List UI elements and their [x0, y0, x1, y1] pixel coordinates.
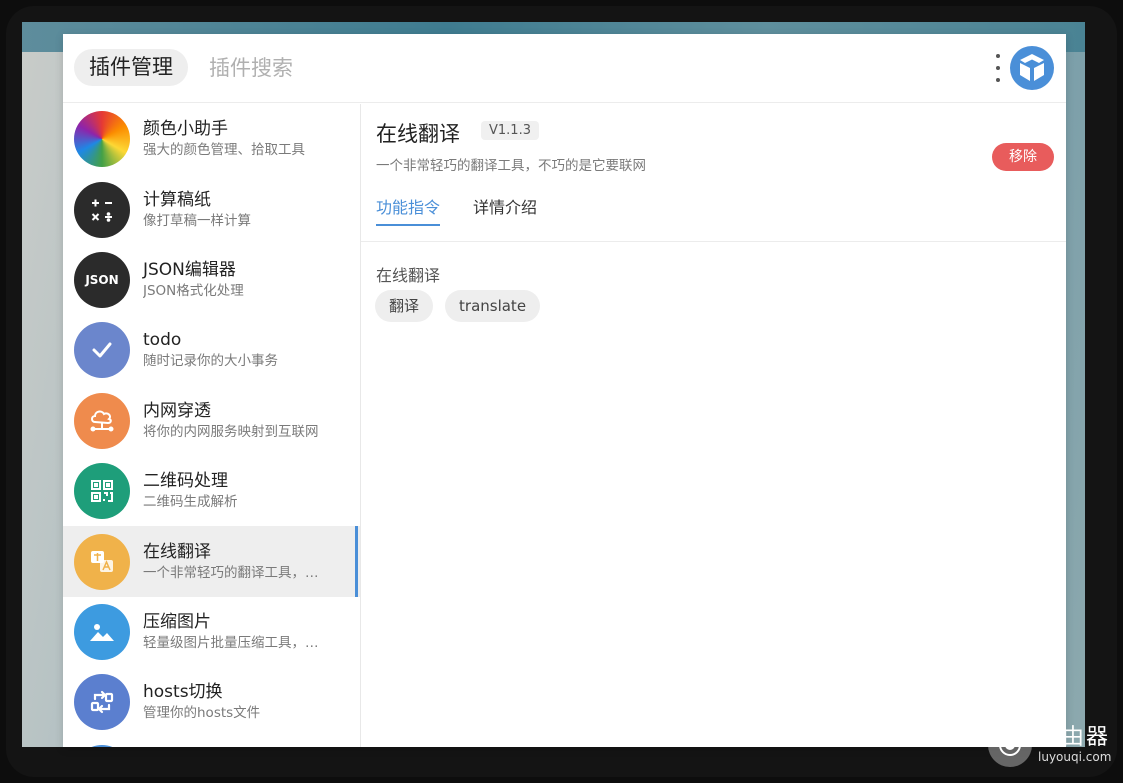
plugin-item-title: JSON编辑器: [143, 259, 236, 280]
image-icon: [74, 603, 130, 660]
plugin-item-title: 颜色小助手: [143, 119, 228, 140]
detail-tabs: 功能指令 详情介绍: [361, 184, 1066, 242]
qrcode-icon: [74, 463, 130, 520]
router-logo-icon: [988, 723, 1032, 767]
plugin-manager-window: 插件管理 颜色小助手 强大的颜色管理、拾取工具: [63, 34, 1066, 747]
plugin-item-intranet[interactable]: 内网穿透 将你的内网服务映射到互联网: [63, 386, 360, 456]
plugin-item-color-helper[interactable]: 颜色小助手 强大的颜色管理、拾取工具: [63, 104, 360, 174]
plugin-item-desc: 轻量级图片批量压缩工具，…: [143, 634, 319, 651]
plugin-item-desc: 二维码生成解析: [143, 494, 238, 511]
watermark: 路由器 luyouqi.com: [988, 723, 1111, 767]
plugin-item-desc: 像打草稿一样计算: [143, 212, 251, 229]
plugin-item-title: 在线翻译: [143, 541, 211, 562]
plugin-item-title: 内网穿透: [143, 400, 211, 421]
watermark-subtitle: luyouqi.com: [1038, 750, 1112, 764]
plugin-description: 一个非常轻巧的翻译工具，不巧的是它要联网: [376, 158, 646, 174]
tab-commands[interactable]: 功能指令: [376, 194, 441, 226]
json-icon: JSON: [74, 251, 130, 308]
tab-details[interactable]: 详情介绍: [473, 194, 537, 224]
header: 插件管理: [63, 34, 1066, 103]
plugin-item-title: hosts切换: [143, 682, 223, 703]
color-wheel-icon: [74, 111, 130, 168]
command-tags: 翻译 translate: [375, 290, 541, 322]
plugin-item-title: 计算稿纸: [143, 189, 211, 210]
app-logo-icon[interactable]: [1010, 46, 1054, 90]
plugin-item-compress-image[interactable]: 压缩图片 轻量级图片批量压缩工具，…: [63, 597, 360, 667]
calculator-icon: [74, 181, 130, 238]
plugin-item-qrcode[interactable]: 二维码处理 二维码生成解析: [63, 456, 360, 526]
translate-icon: [74, 533, 130, 590]
command-section-title: 在线翻译: [376, 266, 441, 285]
plugin-item-calculator[interactable]: 计算稿纸 像打草稿一样计算: [63, 174, 360, 244]
plugin-item-title: 压缩图片: [143, 611, 211, 632]
json-icon-text: JSON: [85, 272, 119, 287]
version-badge: V1.1.3: [481, 121, 539, 140]
plugin-item-desc: 强大的颜色管理、拾取工具: [143, 142, 305, 159]
plugin-item-title: todo: [143, 330, 182, 351]
command-tag[interactable]: translate: [445, 290, 541, 322]
plugin-title: 在线翻译: [376, 122, 460, 146]
plugin-search-input[interactable]: [209, 49, 809, 86]
plugin-item-desc: 一个非常轻巧的翻译工具，…: [143, 564, 319, 581]
switch-icon: [74, 674, 130, 731]
plugin-item-desc: 管理你的hosts文件: [143, 705, 261, 722]
watermark-title: 路由器: [1038, 725, 1111, 750]
plugin-item-desc: 随时记录你的大小事务: [143, 353, 278, 370]
plugin-item-translate[interactable]: 在线翻译 一个非常轻巧的翻译工具，…: [63, 526, 360, 598]
plugin-list: 颜色小助手 强大的颜色管理、拾取工具 计算稿纸 像打草稿一样计算 JSON JS…: [63, 104, 361, 747]
plugin-detail: 在线翻译 V1.1.3 一个非常轻巧的翻译工具，不巧的是它要联网 移除 功能指令…: [361, 104, 1066, 747]
cloud-network-icon: [74, 392, 130, 449]
plugin-item-title: 二维码处理: [143, 471, 228, 492]
more-vertical-icon[interactable]: [993, 54, 1003, 82]
check-icon: [74, 322, 130, 379]
plugin-manage-tag[interactable]: 插件管理: [74, 49, 188, 86]
partial-plugin-icon: [74, 744, 130, 747]
screenshot-frame: 插件管理 颜色小助手 强大的颜色管理、拾取工具: [6, 6, 1117, 777]
command-tag[interactable]: 翻译: [375, 290, 434, 322]
plugin-item-json-editor[interactable]: JSON JSON编辑器 JSON格式化处理: [63, 245, 360, 315]
plugin-item-hosts[interactable]: hosts切换 管理你的hosts文件: [63, 667, 360, 737]
plugin-item-partial[interactable]: [63, 738, 360, 747]
plugin-item-desc: 将你的内网服务映射到互联网: [143, 423, 319, 440]
remove-button[interactable]: 移除: [992, 143, 1054, 171]
plugin-item-todo[interactable]: todo 随时记录你的大小事务: [63, 315, 360, 385]
plugin-item-desc: JSON格式化处理: [143, 282, 244, 299]
